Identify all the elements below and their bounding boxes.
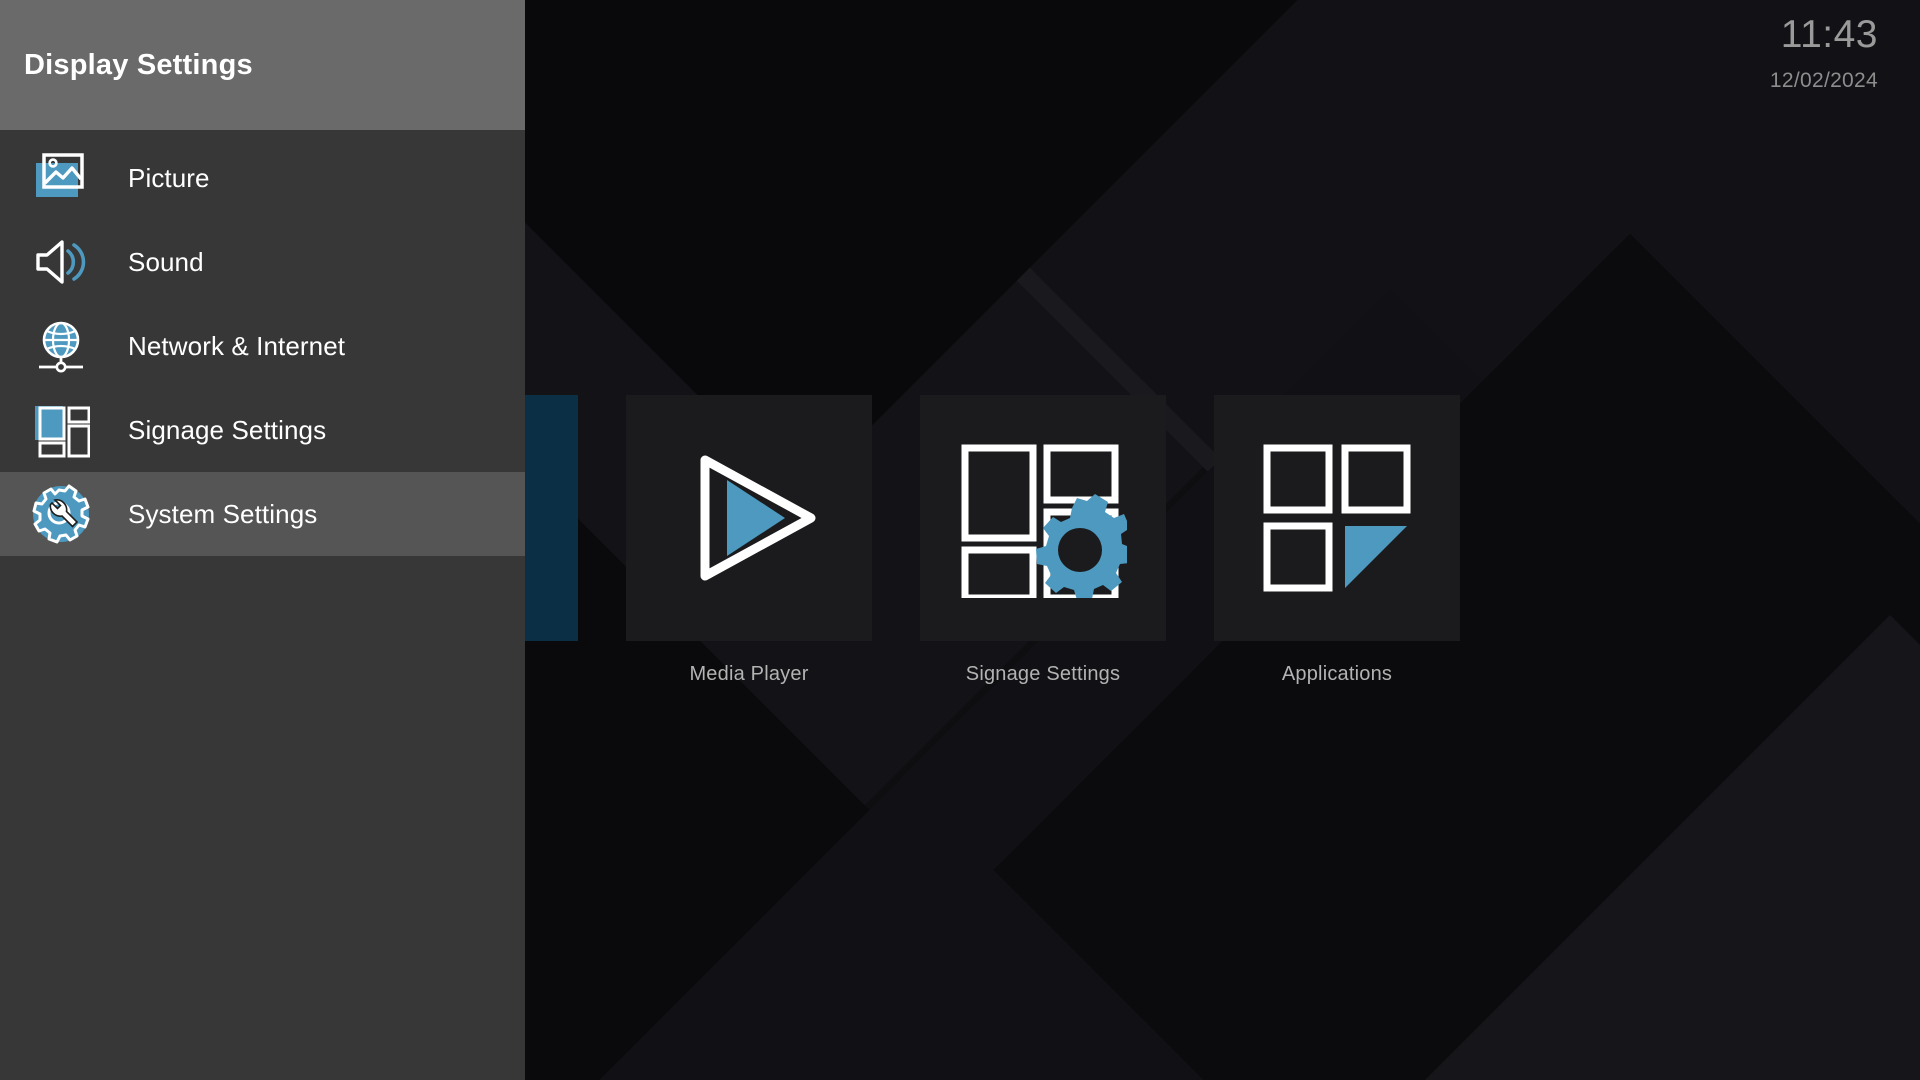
clock-time: 11:43 [1780,13,1878,56]
gear-wrench-icon [30,483,92,545]
sidebar-item-system-settings[interactable]: System Settings [0,472,525,556]
sound-icon [30,231,92,293]
sidebar-item-label: Sound [128,246,204,277]
app-label: Applications [1281,663,1393,685]
app-label: Signage Settings [965,663,1121,685]
sidebar-item-label: Signage Settings [128,414,327,445]
display-settings-sidebar: Display Settings Picture Sound Network &… [0,0,525,1080]
sidebar-item-network-internet[interactable]: Network & Internet [0,304,525,388]
app-tile-signage-settings[interactable] [920,395,1166,641]
status-clock: 11:43 12/02/2024 [1769,13,1878,93]
media-play-icon [700,455,816,581]
sidebar-item-picture[interactable]: Picture [0,136,525,220]
applications-grid-icon [1263,444,1411,592]
signage-gear-icon [961,444,1127,598]
app-item-applications[interactable]: Applications [1214,395,1460,686]
sidebar-item-label: System Settings [128,498,318,529]
app-item-media-player[interactable]: Media Player [626,395,872,686]
sidebar-menu: Picture Sound Network & Internet Signage… [0,130,525,556]
sidebar-item-label: Picture [128,162,210,193]
sidebar-item-sound[interactable]: Sound [0,220,525,304]
app-item-signage-settings[interactable]: Signage Settings [920,395,1166,686]
signage-layout-icon [30,399,92,461]
app-label: Media Player [689,663,809,685]
sidebar-header: Display Settings [0,0,525,130]
picture-icon [30,147,92,209]
sidebar-item-label: Network & Internet [128,330,346,361]
app-tile-applications[interactable] [1214,395,1460,641]
app-tile-media-player[interactable] [626,395,872,641]
screen-root: 11:43 12/02/2024 Launcher Media Player [0,0,1920,1080]
sidebar-item-signage-settings[interactable]: Signage Settings [0,388,525,472]
globe-network-icon [30,315,92,377]
clock-date: 12/02/2024 [1769,68,1878,92]
page-title: Display Settings [24,48,253,81]
